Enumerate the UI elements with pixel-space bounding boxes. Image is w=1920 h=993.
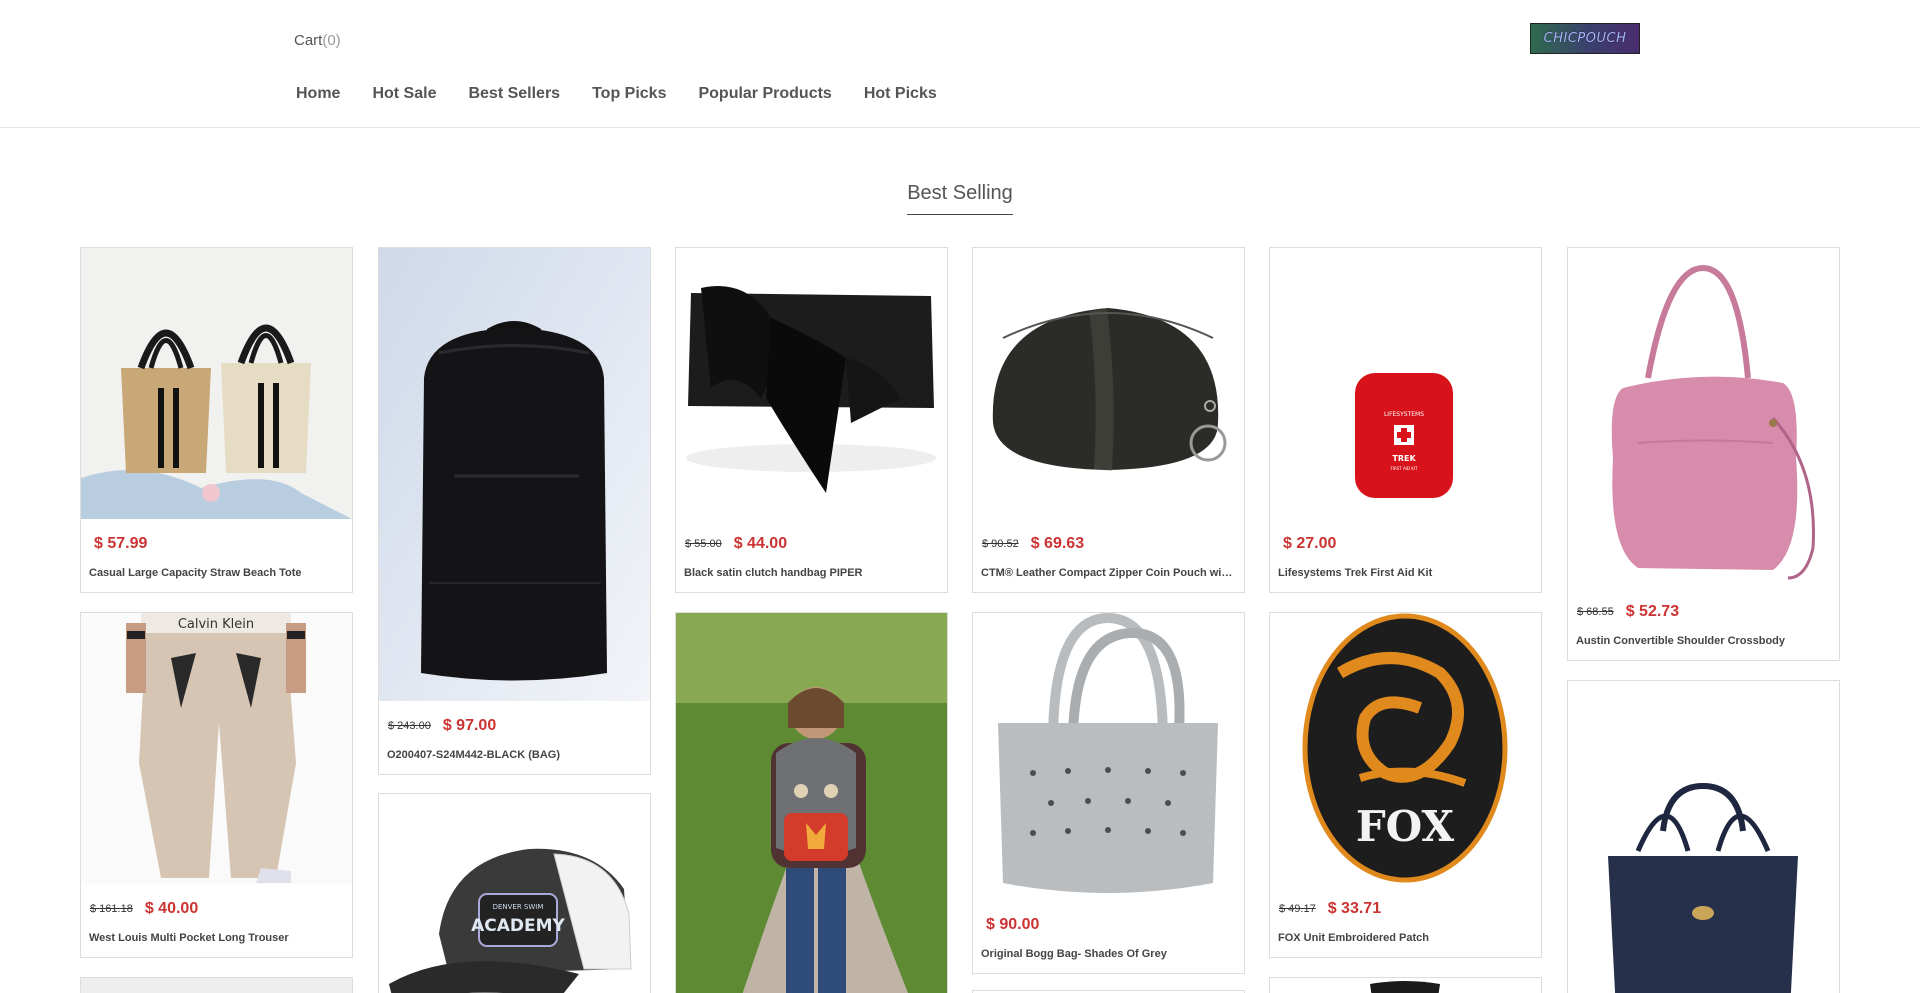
product-image[interactable]: FOX	[1270, 613, 1541, 884]
site-header: Cart(0) CHICPOUCH Home Hot Sale Best Sel…	[0, 0, 1920, 128]
product-old-price: $ 90.52	[982, 538, 1019, 550]
navy-tote-image	[1568, 681, 1839, 993]
product-image[interactable]: DENVER SWIM ACADEMY	[379, 794, 650, 993]
firstaid-model-text: TREK	[1392, 454, 1416, 463]
shoulder-bag-image	[1568, 248, 1839, 587]
main-nav: Home Hot Sale Best Sellers Top Picks Pop…	[296, 85, 969, 103]
section-title-text: Best Selling	[907, 182, 1013, 215]
section-title: Best Selling	[0, 182, 1920, 215]
product-name[interactable]: Original Bogg Bag- Shades Of Grey	[973, 943, 1244, 973]
firstaid-sub-text: FIRST AID KIT	[1390, 466, 1418, 471]
product-old-price: $ 161.18	[90, 903, 133, 915]
product-image[interactable]	[81, 978, 352, 993]
product-card-straw-tote[interactable]: $ 57.99 Casual Large Capacity Straw Beac…	[80, 247, 353, 593]
nav-hot-sale[interactable]: Hot Sale	[372, 85, 436, 103]
firstaid-brand-text: LIFESYSTEMS	[1384, 411, 1424, 418]
product-name[interactable]: Casual Large Capacity Straw Beach Tote	[81, 562, 352, 592]
product-price: $ 57.99	[94, 535, 148, 552]
product-price: $ 90.00	[986, 916, 1040, 933]
product-image[interactable]	[1568, 681, 1839, 993]
product-card-backpack[interactable]: $ 243.00 $ 97.00 O200407-S24M442-BLACK (B…	[378, 247, 651, 775]
product-image[interactable]	[1568, 248, 1839, 587]
product-image[interactable]	[81, 248, 352, 519]
cart-label: Cart	[294, 32, 323, 49]
product-price: $ 27.00	[1283, 535, 1337, 552]
cart-link[interactable]: Cart(0)	[294, 32, 341, 49]
straw-tote-image	[81, 248, 352, 519]
product-card-clutch[interactable]: $ 55.00 $ 44.00 Black satin clutch handba…	[675, 247, 948, 593]
product-old-price: $ 68.55	[1577, 606, 1614, 618]
first-aid-image: LIFESYSTEMS TREK FIRST AID KIT	[1270, 248, 1541, 519]
clutch-image	[676, 248, 947, 519]
product-name[interactable]: CTM® Leather Compact Zipper Coin Pouch w…	[973, 562, 1244, 592]
product-name[interactable]: Black satin clutch handbag PIPER	[676, 562, 947, 592]
nav-hot-picks[interactable]: Hot Picks	[864, 85, 937, 103]
product-name[interactable]: O200407-S24M442-BLACK (BAG)	[379, 744, 650, 774]
nav-home[interactable]: Home	[296, 85, 340, 103]
product-name[interactable]: Lifesystems Trek First Aid Kit	[1270, 562, 1541, 592]
product-name[interactable]: West Louis Multi Pocket Long Trouser	[81, 927, 352, 957]
kids-backpack-image	[676, 613, 947, 993]
trouser-brand-text: Calvin Klein	[178, 617, 254, 632]
product-card-trouser[interactable]: Calvin Klein $ 161.18 $ 40.00 West Louis …	[80, 612, 353, 958]
product-price: $ 44.00	[733, 535, 788, 552]
coin-pouch-image	[973, 248, 1244, 519]
product-card-cap[interactable]: DENVER SWIM ACADEMY	[378, 793, 651, 993]
product-name[interactable]: Austin Convertible Shoulder Crossbody	[1568, 630, 1839, 660]
bogg-bag-image	[973, 613, 1244, 900]
cap-image: DENVER SWIM ACADEMY	[379, 794, 650, 993]
product-name[interactable]: FOX Unit Embroidered Patch	[1270, 927, 1541, 957]
backpack-image	[379, 248, 650, 701]
product-old-price: $ 49.17	[1279, 903, 1316, 915]
product-image[interactable]: Calvin Klein	[81, 613, 352, 884]
fox-patch-image: FOX	[1270, 613, 1541, 884]
product-card-partial[interactable]	[1269, 977, 1542, 993]
product-card-first-aid[interactable]: LIFESYSTEMS TREK FIRST AID KIT $ 27.00 L…	[1269, 247, 1542, 593]
product-price: $ 33.71	[1327, 900, 1382, 917]
product-price: $ 40.00	[144, 900, 199, 917]
product-image[interactable]	[379, 248, 650, 701]
nav-best-sellers[interactable]: Best Sellers	[468, 85, 560, 103]
partial-image	[1370, 981, 1440, 993]
cap-small-text: DENVER SWIM	[493, 903, 544, 911]
product-card-partial[interactable]	[80, 977, 353, 993]
product-card-navy-tote[interactable]	[1567, 680, 1840, 993]
product-image[interactable]	[676, 613, 947, 993]
trouser-image: Calvin Klein	[81, 613, 352, 884]
product-card-shoulder-bag[interactable]: $ 68.55 $ 52.73 Austin Convertible Should…	[1567, 247, 1840, 661]
product-image[interactable]	[973, 248, 1244, 519]
product-old-price: $ 55.00	[685, 538, 722, 550]
product-old-price: $ 243.00	[388, 720, 431, 732]
product-price: $ 69.63	[1030, 535, 1085, 552]
product-card-kids-backpack[interactable]	[675, 612, 948, 993]
product-card-coin-pouch[interactable]: $ 90.52 $ 69.63 CTM® Leather Compact Zipp…	[972, 247, 1245, 593]
product-image[interactable]	[676, 248, 947, 519]
product-image[interactable]: LIFESYSTEMS TREK FIRST AID KIT	[1270, 248, 1541, 519]
cap-text: ACADEMY	[471, 916, 565, 936]
cart-count: (0)	[322, 32, 341, 49]
product-price: $ 97.00	[442, 717, 497, 734]
product-card-fox-patch[interactable]: FOX $ 49.17 $ 33.71 FOX Unit Embroidered …	[1269, 612, 1542, 958]
nav-top-picks[interactable]: Top Picks	[592, 85, 666, 103]
product-card-bogg-bag[interactable]: $ 90.00 Original Bogg Bag- Shades Of Gre…	[972, 612, 1245, 974]
site-logo[interactable]: CHICPOUCH	[1530, 23, 1640, 54]
logo-text: CHICPOUCH	[1543, 31, 1627, 46]
nav-popular-products[interactable]: Popular Products	[698, 85, 831, 103]
patch-text: FOX	[1356, 802, 1455, 851]
product-price: $ 52.73	[1625, 603, 1680, 620]
product-image[interactable]	[973, 613, 1244, 900]
